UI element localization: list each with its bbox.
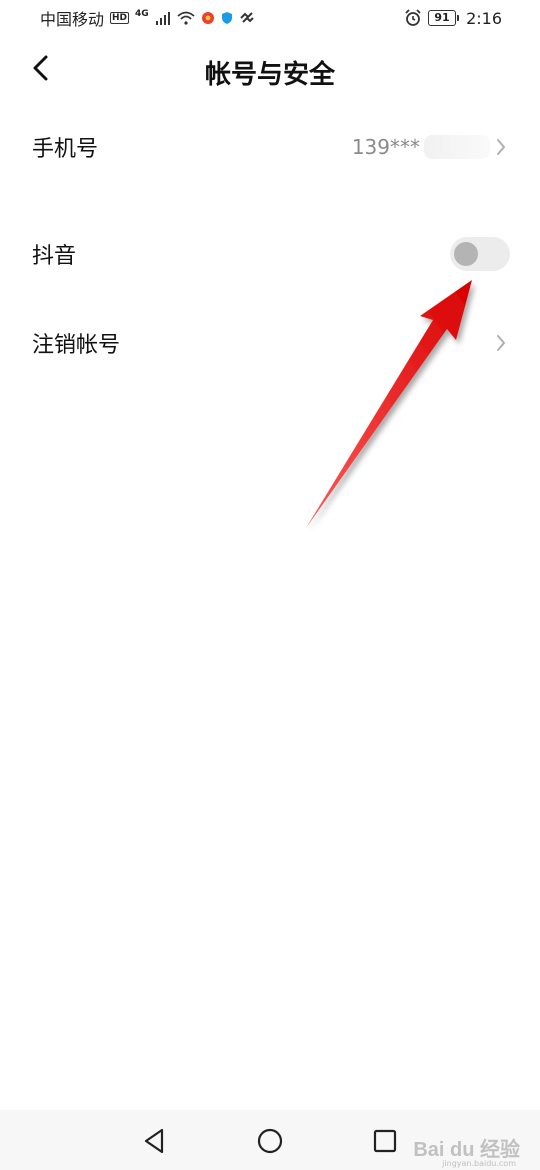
home-circle-icon[interactable]	[255, 1126, 285, 1156]
watermark-brand: Bai du 经验	[413, 1139, 520, 1161]
page-title: 帐号与安全	[204, 60, 335, 90]
douyin-toggle[interactable]	[450, 237, 510, 271]
carrier-name: 中国移动	[40, 10, 105, 29]
status-right: 91 2:16	[404, 9, 502, 28]
status-left: 中国移动 HD 4G	[40, 6, 255, 30]
phone-number-value: 139***	[351, 135, 420, 159]
system-nav-bar: Bai du 经验 jingyan.baidu.com	[0, 1110, 540, 1170]
page-header: 帐号与安全	[0, 40, 540, 100]
shield-icon	[221, 12, 232, 24]
toggle-knob	[454, 242, 478, 266]
deactivate-account-row[interactable]: 注销帐号	[0, 308, 540, 378]
hd-badge: HD	[110, 12, 130, 24]
battery-icon: 91	[428, 10, 460, 26]
back-triangle-icon[interactable]	[140, 1126, 170, 1156]
douyin-label: 抖音	[32, 244, 77, 269]
masked-phone-digits	[424, 135, 490, 159]
watermark-url: jingyan.baidu.com	[442, 1159, 516, 1168]
signal-icon	[155, 12, 170, 25]
chevron-right-icon	[496, 332, 510, 354]
network-type: 4G	[135, 9, 149, 19]
phone-number-label: 手机号	[32, 137, 99, 162]
app-notification-icon	[201, 12, 214, 24]
wifi-icon	[177, 11, 195, 25]
chevron-right-icon	[496, 136, 510, 158]
heart-app-icon	[239, 12, 254, 23]
phone-number-row[interactable]: 手机号 139***	[0, 112, 540, 182]
clock-time: 2:16	[466, 8, 502, 28]
status-bar: 中国移动 HD 4G 91 2:16	[0, 0, 540, 36]
douyin-row: 抖音	[0, 219, 540, 289]
alarm-icon	[405, 9, 421, 26]
deactivate-account-label: 注销帐号	[32, 333, 121, 358]
recent-apps-square-icon[interactable]	[370, 1126, 400, 1156]
